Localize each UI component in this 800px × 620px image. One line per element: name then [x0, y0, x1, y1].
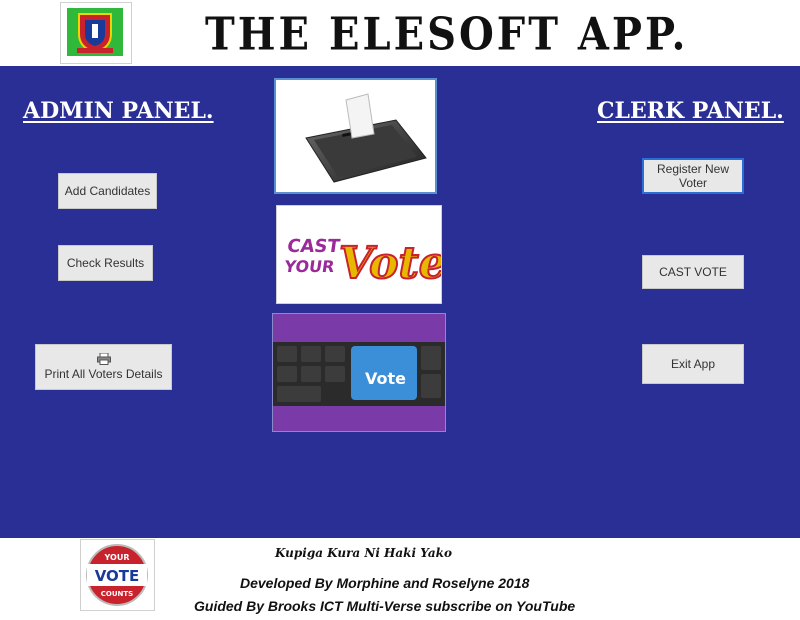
printer-icon: [96, 353, 111, 365]
vote-key-label: Vote: [365, 369, 406, 388]
print-voters-label: Print All Voters Details: [44, 367, 163, 381]
exit-app-button[interactable]: Exit App: [642, 344, 744, 384]
clerk-panel-title: CLERK PANEL.: [597, 98, 784, 124]
cast-vote-button[interactable]: CAST VOTE: [642, 255, 744, 289]
print-voters-button[interactable]: Print All Voters Details: [35, 344, 172, 390]
header-bar: THE ELESOFT APP.: [0, 0, 800, 66]
cast-word: CAST: [286, 236, 342, 257]
your-vote-counts-badge: YOUR VOTE COUNTS: [80, 539, 155, 611]
tablet-ballot-icon: [305, 93, 427, 183]
badge-mid-text: VOTE: [95, 567, 140, 585]
vote-word: Vote: [339, 238, 441, 289]
vote-badge-icon: YOUR VOTE COUNTS: [86, 544, 148, 606]
your-word: YOUR: [282, 257, 336, 276]
school-logo: [60, 2, 132, 64]
badge-bottom-text: COUNTS: [101, 590, 133, 598]
tablet-vote-image: [274, 78, 437, 194]
app-title: THE ELESOFT APP.: [205, 8, 689, 61]
keyboard-vote-image: Vote: [272, 313, 446, 432]
guide-credit: Guided By Brooks ICT Multi-Verse subscri…: [194, 598, 576, 614]
footer-motto: Kupiga Kura Ni Haki Yako: [275, 546, 452, 560]
logo-background: [67, 8, 123, 56]
cast-vote-graphic-icon: CAST YOUR Vote: [282, 236, 441, 290]
check-results-button[interactable]: Check Results: [58, 245, 153, 281]
badge-top-text: YOUR: [104, 553, 130, 562]
register-voter-button[interactable]: Register New Voter: [642, 158, 744, 194]
crest-icon: [77, 13, 113, 54]
keyboard-icon: Vote: [273, 342, 445, 406]
cast-your-vote-image: CAST YOUR Vote: [276, 205, 442, 304]
admin-panel-title: ADMIN PANEL.: [23, 98, 214, 124]
add-candidates-button[interactable]: Add Candidates: [58, 173, 157, 209]
developer-credit: Developed By Morphine and Roselyne 2018: [240, 575, 530, 591]
